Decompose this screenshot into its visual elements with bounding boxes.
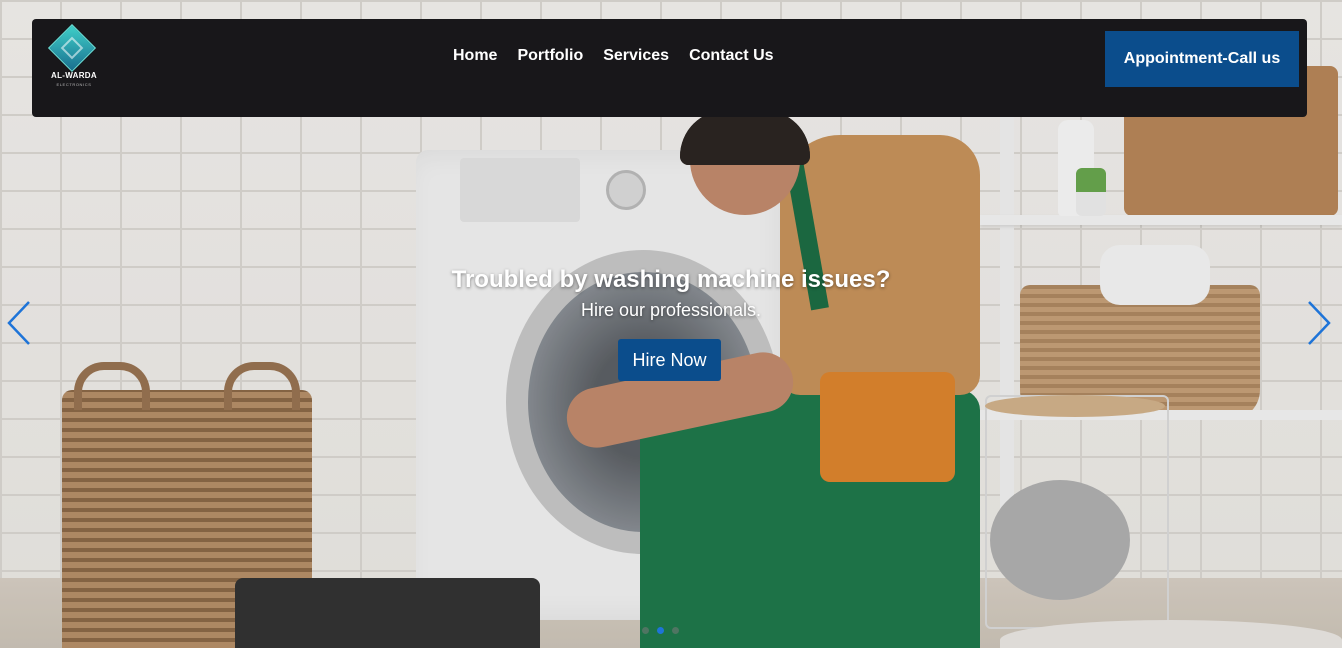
nav-home-link[interactable]: Home — [453, 47, 497, 65]
carousel-indicators — [642, 627, 679, 634]
hero-caption: Troubled by washing machine issues? Hire… — [0, 266, 1342, 321]
brand-subtitle: ELECTRONICS — [56, 82, 92, 87]
nav-contact-link[interactable]: Contact Us — [689, 47, 773, 65]
nav-links: Home Portfolio Services Contact Us — [453, 47, 774, 65]
carousel-indicator[interactable] — [642, 627, 649, 634]
hero-subheadline: Hire our professionals. — [580, 300, 762, 320]
carousel-prev-button[interactable] — [2, 300, 36, 346]
appointment-call-button[interactable]: Appointment-Call us — [1105, 31, 1299, 87]
carousel-indicator-active[interactable] — [657, 627, 664, 634]
nav-services-link[interactable]: Services — [603, 47, 669, 65]
top-navbar: AL-WARDA ELECTRONICS Home Portfolio Serv… — [32, 19, 1307, 117]
brand-name: AL-WARDA — [51, 71, 97, 80]
carousel-indicator[interactable] — [672, 627, 679, 634]
nav-portfolio-link[interactable]: Portfolio — [517, 47, 583, 65]
brand-logo[interactable]: AL-WARDA ELECTRONICS — [47, 23, 97, 101]
hero-headline: Troubled by washing machine issues? — [451, 266, 891, 293]
logo-cube-icon — [47, 23, 97, 73]
chevron-right-icon — [1308, 301, 1331, 345]
hire-now-button[interactable]: Hire Now — [618, 339, 721, 381]
chevron-left-icon — [7, 301, 30, 345]
carousel-next-button[interactable] — [1302, 300, 1336, 346]
